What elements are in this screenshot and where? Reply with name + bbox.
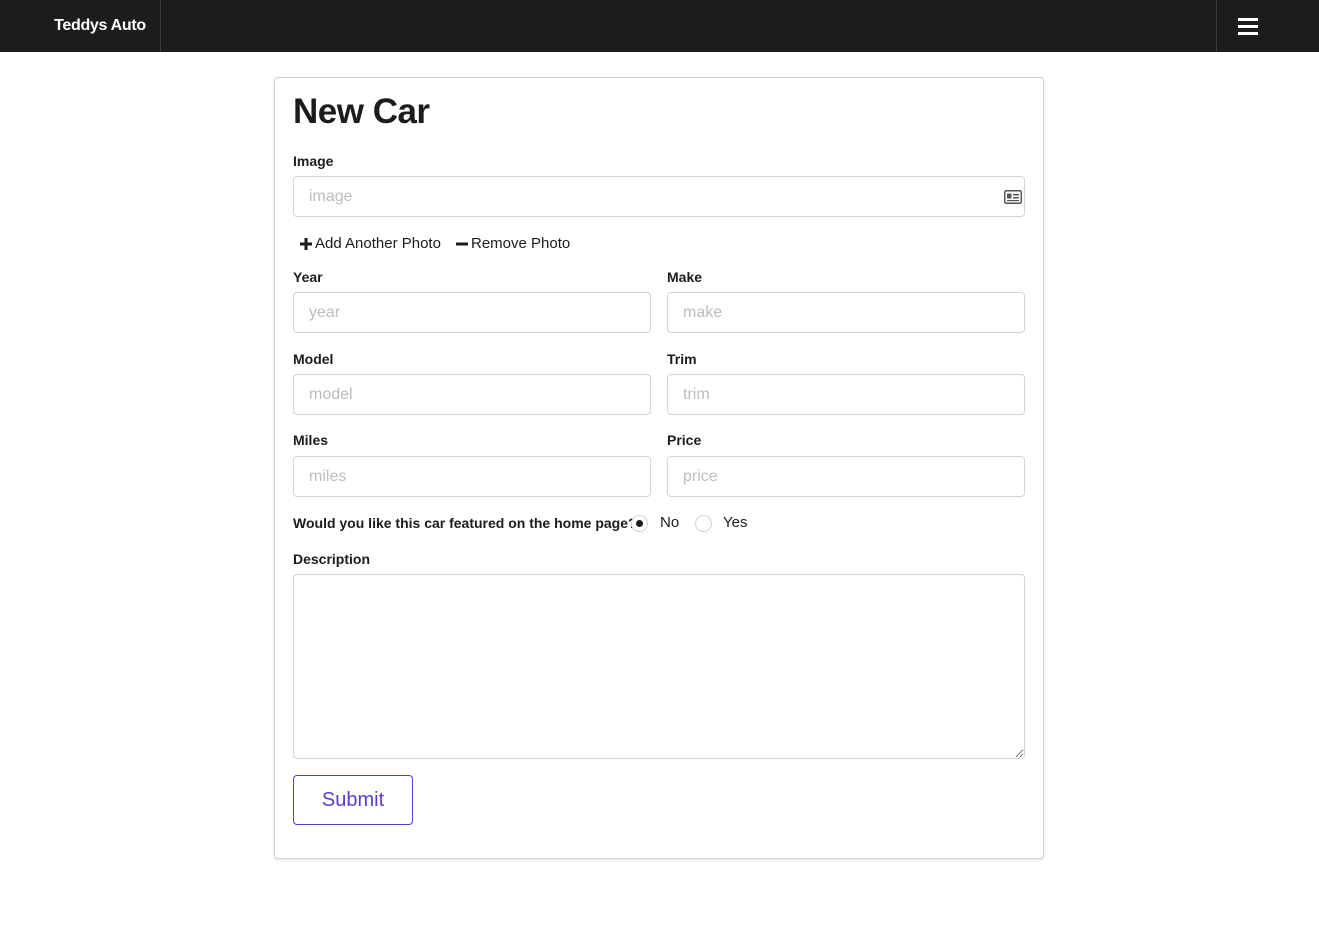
- featured-question: Would you like this car featured on the …: [293, 515, 637, 531]
- make-input[interactable]: [667, 292, 1025, 333]
- image-input[interactable]: [293, 176, 1025, 217]
- brand-name: Teddys Auto: [54, 17, 146, 34]
- year-input[interactable]: [293, 292, 651, 333]
- plus-icon: [300, 237, 312, 250]
- remove-photo-button[interactable]: Remove Photo: [456, 235, 570, 252]
- minus-icon: [456, 242, 468, 245]
- remove-photo-label: Remove Photo: [471, 235, 571, 252]
- featured-no-radio[interactable]: [631, 515, 648, 532]
- model-label: Model: [293, 351, 334, 367]
- trim-label: Trim: [667, 351, 697, 367]
- make-label: Make: [667, 269, 703, 285]
- hamburger-menu-icon: [1238, 17, 1258, 35]
- model-input[interactable]: [293, 374, 651, 415]
- submit-button[interactable]: Submit: [293, 775, 413, 825]
- featured-yes-radio[interactable]: [695, 515, 712, 532]
- trim-input[interactable]: [667, 374, 1025, 415]
- description-textarea[interactable]: [293, 574, 1025, 759]
- price-input[interactable]: [667, 456, 1025, 497]
- featured-yes-label[interactable]: Yes: [723, 514, 747, 531]
- year-label: Year: [293, 269, 323, 285]
- price-label: Price: [667, 432, 702, 448]
- image-label: Image: [293, 153, 334, 169]
- id-card-icon: [1004, 190, 1022, 204]
- page-title: New Car: [293, 92, 430, 131]
- add-photo-button[interactable]: Add Another Photo: [300, 235, 441, 252]
- miles-label: Miles: [293, 432, 329, 448]
- add-photo-label: Add Another Photo: [315, 235, 441, 252]
- description-label: Description: [293, 551, 371, 567]
- miles-input[interactable]: [293, 456, 651, 497]
- top-navbar: Teddys Auto: [0, 0, 1319, 52]
- menu-button[interactable]: [1216, 0, 1319, 52]
- featured-no-label[interactable]: No: [660, 514, 679, 531]
- brand-link[interactable]: Teddys Auto: [0, 0, 161, 52]
